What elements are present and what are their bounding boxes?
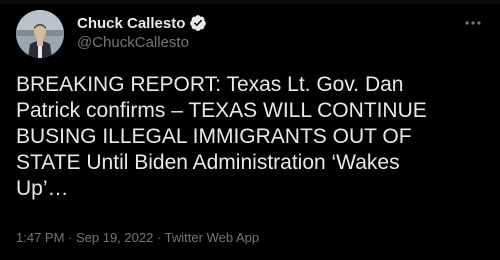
tweet-source[interactable]: Twitter Web App [165, 230, 259, 245]
meta-separator: · [153, 230, 165, 245]
verified-badge-icon [189, 14, 207, 32]
profile-photo [16, 10, 64, 58]
tweet-date[interactable]: Sep 19, 2022 [76, 230, 153, 245]
name-row: Chuck Callesto [77, 13, 207, 33]
avatar[interactable] [16, 10, 64, 58]
tweet-time[interactable]: 1:47 PM [16, 230, 64, 245]
author-names: Chuck Callesto @ChuckCallesto [77, 13, 207, 51]
top-edge [0, 0, 500, 4]
tweet-text: BREAKING REPORT: Texas Lt. Gov. Dan Patr… [16, 73, 427, 200]
meta-separator: · [64, 230, 76, 245]
tweet-header: Chuck Callesto @ChuckCallesto [16, 10, 484, 58]
author-handle[interactable]: @ChuckCallesto [77, 34, 207, 51]
display-name[interactable]: Chuck Callesto [77, 15, 185, 32]
more-options-icon[interactable] [462, 12, 484, 34]
tweet-meta: 1:47 PM · Sep 19, 2022 · Twitter Web App [16, 230, 259, 245]
